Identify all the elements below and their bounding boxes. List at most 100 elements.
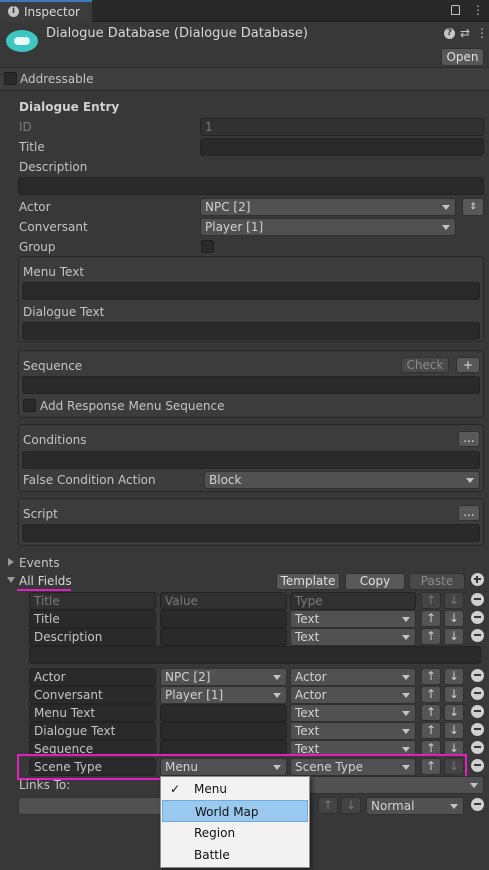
conditions-field[interactable] [22, 451, 480, 469]
conditions-edit-button[interactable]: ... [458, 431, 480, 447]
move-down-button[interactable]: ↓ [444, 668, 464, 685]
field-title-cell[interactable]: Conversant [29, 686, 156, 704]
all-fields-foldout-icon[interactable] [7, 577, 15, 583]
false-action-dropdown[interactable]: Block [204, 471, 480, 489]
script-edit-button[interactable]: ... [458, 505, 480, 521]
events-label[interactable]: Events [19, 555, 60, 571]
tab-title: Inspector [24, 5, 80, 19]
field-type-dropdown[interactable]: Text [290, 628, 416, 646]
field-value-cell[interactable] [160, 610, 287, 628]
field-type-dropdown[interactable]: Actor [290, 668, 416, 686]
move-up-button[interactable]: ↑ [421, 610, 441, 627]
group-checkbox[interactable] [201, 240, 214, 253]
open-button[interactable]: Open [441, 48, 484, 66]
move-down-button[interactable]: ↓ [444, 610, 464, 627]
remove-field-icon[interactable] [471, 687, 484, 700]
tab-inspector[interactable]: i Inspector [0, 0, 92, 22]
field-value-cell[interactable] [160, 628, 287, 646]
template-button[interactable]: Template [276, 573, 340, 590]
conditions-label: Conditions [23, 433, 87, 447]
sequence-label: Sequence [23, 359, 83, 373]
move-up-button[interactable]: ↑ [421, 628, 441, 645]
remove-field-icon[interactable] [471, 723, 484, 736]
move-up-button[interactable]: ↑ [421, 704, 441, 721]
menu-text-field[interactable] [22, 282, 480, 300]
actor-stepper[interactable]: ⇕ [462, 198, 484, 216]
script-field[interactable] [22, 524, 480, 542]
move-down-button[interactable]: ↓ [444, 722, 464, 739]
lock-icon[interactable] [451, 5, 460, 15]
field-value-dropdown[interactable]: Menu [160, 758, 287, 776]
menu-icon[interactable]: ⋮ [476, 26, 488, 40]
field-title-cell[interactable]: Description [29, 628, 156, 646]
events-foldout-icon[interactable] [8, 558, 14, 566]
all-fields-label[interactable]: All Fields [19, 573, 72, 589]
paste-button[interactable]: Paste [409, 573, 465, 590]
id-field: 1 [200, 118, 484, 136]
copy-button[interactable]: Copy [345, 573, 405, 590]
group-label: Group [19, 240, 56, 254]
popup-item-world-map[interactable]: World Map [162, 800, 308, 822]
field-title-cell[interactable]: Menu Text [29, 704, 156, 722]
fields-header-down: ↓ [444, 592, 464, 609]
dialogue-text-field[interactable] [22, 322, 480, 340]
move-up-button[interactable]: ↑ [421, 668, 441, 685]
links-to-dropdown[interactable] [308, 776, 484, 794]
field-title-cell[interactable]: Title [29, 610, 156, 628]
add-response-checkbox[interactable] [23, 399, 36, 412]
fields-header-remove-icon[interactable] [471, 593, 484, 606]
move-down-button[interactable]: ↓ [444, 704, 464, 721]
check-button[interactable]: Check [401, 357, 449, 373]
remove-field-icon[interactable] [471, 669, 484, 682]
description-field[interactable] [18, 177, 484, 195]
popup-item-region[interactable]: Region [162, 822, 308, 844]
field-type-dropdown[interactable]: Scene Type [290, 758, 416, 776]
help-icon[interactable]: ? [444, 28, 455, 39]
field-type-dropdown[interactable]: Text [290, 704, 416, 722]
move-down-button[interactable]: ↓ [444, 686, 464, 703]
remove-field-icon[interactable] [471, 705, 484, 718]
add-response-label: Add Response Menu Sequence [40, 399, 225, 413]
remove-field-icon[interactable] [471, 611, 484, 624]
more-options-icon[interactable]: ⋮ [472, 3, 484, 17]
link-remove-icon[interactable] [471, 798, 484, 811]
title-field[interactable] [200, 138, 484, 156]
sequence-add-button[interactable]: + [456, 357, 480, 373]
check-icon: ✓ [170, 782, 181, 796]
remove-field-icon[interactable] [471, 759, 484, 772]
field-type-dropdown[interactable]: Actor [290, 686, 416, 704]
link-down-button[interactable]: ↓ [341, 797, 361, 814]
move-up-button[interactable]: ↑ [421, 722, 441, 739]
field-value-cell[interactable] [160, 704, 287, 722]
sequence-field[interactable] [22, 376, 480, 394]
fields-header-value: Value [160, 592, 287, 610]
conversant-dropdown[interactable]: Player [1] [200, 218, 456, 236]
field-type-dropdown[interactable]: Text [290, 722, 416, 740]
remove-field-icon[interactable] [471, 629, 484, 642]
field-title-cell[interactable]: Dialogue Text [29, 722, 156, 740]
fields-header-title: Title [29, 592, 156, 610]
move-down-button[interactable]: ↓ [444, 758, 464, 775]
field-title-cell[interactable]: Actor [29, 668, 156, 686]
all-fields-underline [17, 589, 71, 591]
move-up-button[interactable]: ↑ [421, 758, 441, 775]
field-type-dropdown[interactable]: Text [290, 610, 416, 628]
popup-item-menu[interactable]: ✓ Menu [162, 778, 308, 800]
description-long-field[interactable] [29, 646, 481, 664]
add-field-icon[interactable] [471, 573, 484, 586]
link-priority-dropdown[interactable]: Normal [366, 797, 464, 815]
actor-dropdown[interactable]: NPC [2] [200, 198, 456, 216]
field-value-dropdown[interactable]: NPC [2] [160, 668, 287, 686]
title-label: Title [19, 140, 45, 154]
move-up-button[interactable]: ↑ [421, 686, 441, 703]
field-value-cell[interactable] [160, 722, 287, 740]
link-up-button[interactable]: ↑ [318, 797, 338, 814]
fields-header-type: Type [290, 592, 416, 610]
preset-icon[interactable]: ⇄ [460, 26, 470, 40]
remove-field-icon[interactable] [471, 741, 484, 754]
move-down-button[interactable]: ↓ [444, 628, 464, 645]
field-title-cell[interactable]: Scene Type [29, 758, 156, 776]
field-value-dropdown[interactable]: Player [1] [160, 686, 287, 704]
popup-item-battle[interactable]: Battle [162, 844, 308, 866]
addressable-checkbox[interactable] [4, 72, 17, 85]
